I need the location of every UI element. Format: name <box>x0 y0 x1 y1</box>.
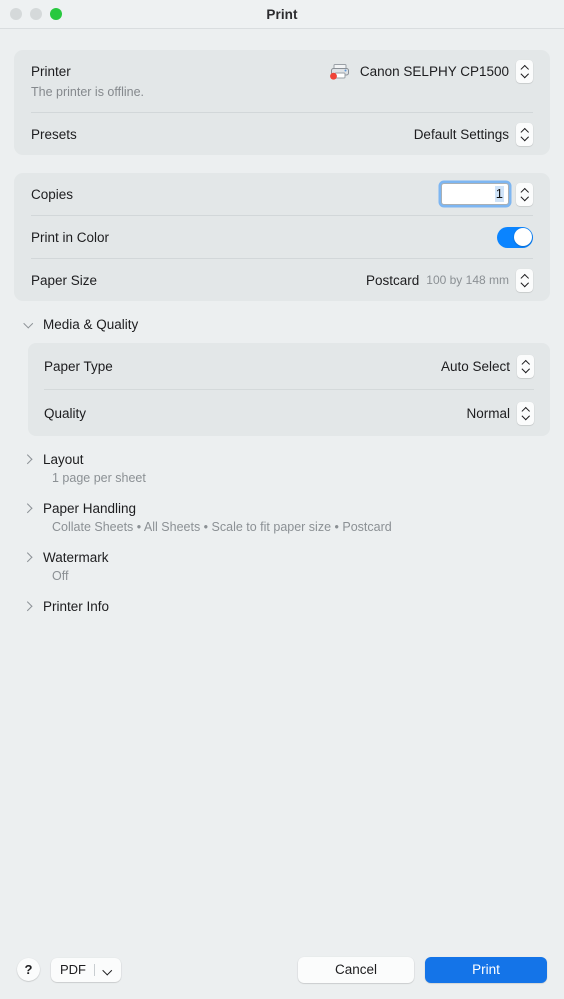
section-media-and-quality: Media & Quality Paper Type Auto Select Q… <box>14 317 550 436</box>
pdf-dropdown-button[interactable]: PDF <box>51 957 121 982</box>
copies-input[interactable]: 1 <box>441 183 509 205</box>
section-paper-handling: Paper Handling Collate Sheets • All Shee… <box>14 501 550 534</box>
paper-type-value: Auto Select <box>440 358 510 374</box>
section-header-watermark[interactable]: Watermark <box>14 550 550 565</box>
chevron-down-icon[interactable] <box>23 320 33 330</box>
printer-label: Printer <box>31 63 71 79</box>
options-card: Copies 1 Print in Color Paper Size Postc… <box>14 173 550 301</box>
printer-offline-icon <box>329 63 351 80</box>
chevron-right-icon[interactable] <box>23 553 33 563</box>
print-in-color-toggle[interactable] <box>497 226 533 248</box>
section-title-media-and-quality: Media & Quality <box>43 317 139 332</box>
window-title-bar: Print <box>0 0 564 29</box>
section-watermark: Watermark Off <box>14 550 550 583</box>
section-title-printer-info: Printer Info <box>43 599 110 614</box>
help-button[interactable]: ? <box>17 958 40 981</box>
media-quality-card: Paper Type Auto Select Quality Normal <box>28 343 550 436</box>
traffic-light-group <box>10 8 62 20</box>
presets-row[interactable]: Presets Default Settings <box>14 113 550 155</box>
printer-card: Printer Canon SELPHY CP1500 The printer … <box>14 50 550 155</box>
quality-value: Normal <box>466 405 510 421</box>
chevron-down-icon[interactable] <box>103 967 112 973</box>
section-printer-info: Printer Info <box>14 599 550 614</box>
copies-value: 1 <box>494 186 504 202</box>
paper-size-row[interactable]: Paper Size Postcard 100 by 148 mm <box>14 259 550 301</box>
printer-value: Canon SELPHY CP1500 <box>359 63 509 79</box>
chevron-right-icon[interactable] <box>23 455 33 465</box>
copies-stepper[interactable] <box>516 182 533 206</box>
quality-row[interactable]: Quality Normal <box>28 390 550 436</box>
section-subtitle-paper-handling: Collate Sheets • All Sheets • Scale to f… <box>52 520 392 534</box>
dialog-footer: ? PDF Cancel Print <box>0 940 564 999</box>
print-in-color-label: Print in Color <box>31 229 110 245</box>
quality-popup-chevron-icon[interactable] <box>517 401 534 425</box>
copies-label: Copies <box>31 186 74 202</box>
minimize-button[interactable] <box>30 8 42 20</box>
section-title-watermark: Watermark <box>43 550 109 565</box>
zoom-button[interactable] <box>50 8 62 20</box>
section-header-media-and-quality[interactable]: Media & Quality <box>14 317 550 332</box>
close-button[interactable] <box>10 8 22 20</box>
section-layout: Layout 1 page per sheet <box>14 452 550 485</box>
print-button[interactable]: Print <box>425 956 547 983</box>
paper-type-row[interactable]: Paper Type Auto Select <box>28 343 550 389</box>
paper-type-popup-chevron-icon[interactable] <box>517 354 534 378</box>
copies-row[interactable]: Copies 1 <box>14 173 550 215</box>
paper-size-label: Paper Size <box>31 272 98 288</box>
section-subtitle-watermark: Off <box>52 569 69 583</box>
presets-value: Default Settings <box>413 126 509 142</box>
paper-size-value: Postcard <box>366 272 420 288</box>
paper-type-label: Paper Type <box>44 358 113 374</box>
pdf-button-divider <box>94 963 95 976</box>
chevron-right-icon[interactable] <box>23 504 33 514</box>
cancel-button[interactable]: Cancel <box>298 956 414 983</box>
chevron-right-icon[interactable] <box>23 602 33 612</box>
section-header-layout[interactable]: Layout <box>14 452 550 467</box>
section-subtitle-layout: 1 page per sheet <box>52 471 146 485</box>
print-in-color-row[interactable]: Print in Color <box>14 216 550 258</box>
paper-size-dimensions: 100 by 148 mm <box>426 273 509 287</box>
presets-label: Presets <box>31 126 77 142</box>
section-header-printer-info[interactable]: Printer Info <box>14 599 550 614</box>
presets-popup-chevron-icon[interactable] <box>516 122 533 146</box>
paper-size-popup-chevron-icon[interactable] <box>516 268 533 292</box>
section-title-paper-handling: Paper Handling <box>43 501 137 516</box>
toggle-knob <box>513 228 532 246</box>
section-title-layout: Layout <box>43 452 84 467</box>
printer-row[interactable]: Printer Canon SELPHY CP1500 <box>14 50 550 92</box>
print-dialog-content: Printer Canon SELPHY CP1500 The printer … <box>0 50 564 614</box>
window-title: Print <box>266 6 298 22</box>
section-header-paper-handling[interactable]: Paper Handling <box>14 501 550 516</box>
pdf-button-label: PDF <box>60 962 86 977</box>
quality-label: Quality <box>44 405 87 421</box>
printer-popup-chevron-icon[interactable] <box>516 59 533 83</box>
